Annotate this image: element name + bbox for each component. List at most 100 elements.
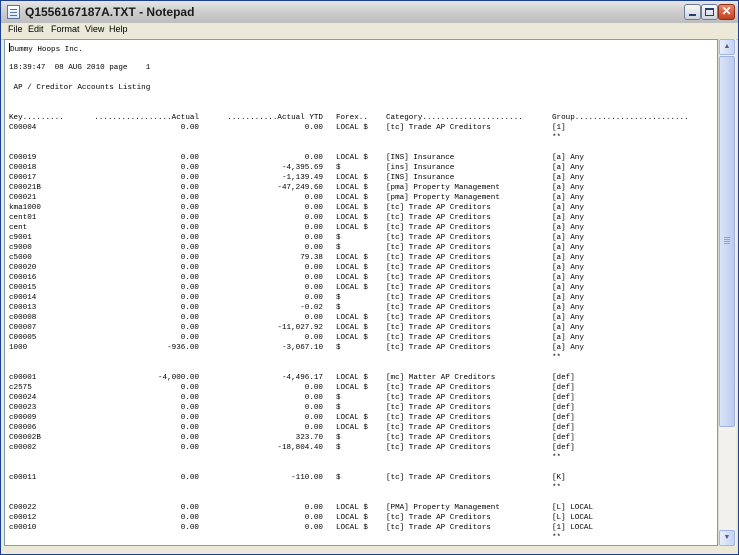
row-actual: 0.00 [180,314,199,322]
col-actual-header: .................Actual [94,114,199,122]
menu-format[interactable]: Format [51,24,80,34]
arrow-down-icon: ▼ [723,534,731,541]
minimize-button[interactable] [684,4,701,20]
menu-view[interactable]: View [85,24,104,34]
row-group: [a] Any [552,304,584,312]
row-group: [def] [552,374,575,382]
arrow-up-icon: ▲ [723,43,731,50]
row-forex: $ [336,244,341,252]
row-actual-ytd: 0.00 [304,194,323,202]
row-actual: 0.00 [180,214,199,222]
row-category: [INS] Insurance [386,174,455,182]
row-key: c2575 [9,384,32,392]
row-actual-ytd: 0.00 [304,294,323,302]
table-row: c9000 0.00 0.00 $ [tc] Trade AP Creditors [a]… [9,243,715,253]
row-actual: 0.00 [180,264,199,272]
close-button[interactable]: ✕ [718,4,735,20]
row-actual-ytd: -0.02 [300,304,323,312]
row-actual: 0.00 [180,424,199,432]
row-forex: LOCAL $ [336,374,368,382]
row-group: [a] Any [552,184,584,192]
row-actual-ytd: 0.00 [304,334,323,342]
row-key: c5000 [9,254,32,262]
row-group: [a] Any [552,174,584,182]
row-actual: 0.00 [180,284,199,292]
table-row: cent01 0.00 0.00 LOCAL $ [tc] Trade AP Credi… [9,213,715,223]
row-actual-ytd: 0.00 [304,244,323,252]
group-subtotal: ** [9,133,715,143]
subtotal-marker: ** [552,534,562,542]
row-forex: LOCAL $ [336,284,368,292]
scroll-thumb[interactable] [719,56,735,427]
menu-edit[interactable]: Edit [28,24,44,34]
row-actual-ytd: -1,139.49 [281,174,323,182]
row-key: cent01 [9,214,37,222]
text-editor-area[interactable]: Dummy Hoops Inc. 18:39:47 08 AUG 2010 pa… [4,39,718,546]
row-key: C00016 [9,274,37,282]
notepad-app-icon[interactable] [7,5,20,19]
row-category: [PMA] Property Management [386,504,500,512]
row-actual: 0.00 [180,384,199,392]
row-key: C00006 [9,424,37,432]
row-category: [tc] Trade AP Creditors [386,424,491,432]
maximize-icon [705,8,714,16]
table-row: c00012 0.00 0.00 LOCAL $ [tc] Trade AP Credi… [9,513,715,523]
row-actual-ytd: 0.00 [304,234,323,242]
row-category: [tc] Trade AP Creditors [386,334,491,342]
subtotal-marker: ** [552,354,562,362]
table-row: C00021 0.00 0.00 LOCAL $ [pma] Property Mana… [9,193,715,203]
table-row: C00022 0.00 0.00 LOCAL $ [PMA] Property Mana… [9,503,715,513]
row-group: [a] Any [552,214,584,222]
row-key: C00019 [9,154,37,162]
row-forex: LOCAL $ [336,524,368,532]
row-category: [tc] Trade AP Creditors [386,244,491,252]
row-category: [tc] Trade AP Creditors [386,324,491,332]
row-forex: LOCAL $ [336,124,368,132]
row-category: [INS] Insurance [386,154,455,162]
row-forex: LOCAL $ [336,324,368,332]
row-group: [a] Any [552,294,584,302]
row-actual-ytd: 0.00 [304,414,323,422]
row-category: [tc] Trade AP Creditors [386,234,491,242]
menu-help[interactable]: Help [109,24,128,34]
row-group: [def] [552,404,575,412]
row-group: [a] Any [552,334,584,342]
row-actual: 0.00 [180,304,199,312]
subtotal-marker: ** [552,484,562,492]
table-row: C00015 0.00 0.00 LOCAL $ [tc] Trade AP Credi… [9,283,715,293]
menu-file[interactable]: File [8,24,23,34]
col-ytd-header: ...........Actual YTD [227,114,323,122]
vertical-scrollbar[interactable]: ▲ ▼ [718,39,736,546]
row-key: C00020 [9,264,37,272]
row-forex: LOCAL $ [336,414,368,422]
row-key: C00017 [9,174,37,182]
row-key: C00004 [9,124,37,132]
scroll-down-button[interactable]: ▼ [719,530,735,546]
row-group: [a] Any [552,204,584,212]
table-row: c5000 0.00 79.38 LOCAL $ [tc] Trade AP Credi… [9,253,715,263]
row-key: C00007 [9,324,37,332]
maximize-button[interactable] [701,4,718,20]
row-actual: 0.00 [180,234,199,242]
title-bar[interactable]: Q1556167187A.TXT - Notepad ✕ [1,1,738,24]
report-text: Dummy Hoops Inc. 18:39:47 08 AUG 2010 pa… [9,43,715,543]
table-row: C00021B 0.00 -47,249.60 LOCAL $ [pma] Proper… [9,183,715,193]
row-category: [pma] Property Management [386,184,500,192]
row-key: kma1000 [9,204,41,212]
row-actual-ytd: 0.00 [304,264,323,272]
report-rows: C00004 0.00 0.00 LOCAL $ [tc] Trade AP Credi… [9,123,715,543]
row-group: [L] LOCAL [552,514,594,522]
table-row: C00017 0.00 -1,139.49 LOCAL $ [INS] Insuranc… [9,173,715,183]
table-row: C00002B 0.00 323.70 $ [tc] Trade AP Creditor… [9,433,715,443]
row-actual: 0.00 [180,434,199,442]
group-subtotal: ** [9,483,715,493]
row-actual-ytd: 0.00 [304,224,323,232]
row-actual-ytd: 0.00 [304,274,323,282]
row-category: [tc] Trade AP Creditors [386,224,491,232]
row-group: [a] Any [552,244,584,252]
scroll-up-button[interactable]: ▲ [719,39,735,55]
group-subtotal: ** [9,353,715,363]
row-actual: 0.00 [180,164,199,172]
row-actual: 0.00 [180,444,199,452]
